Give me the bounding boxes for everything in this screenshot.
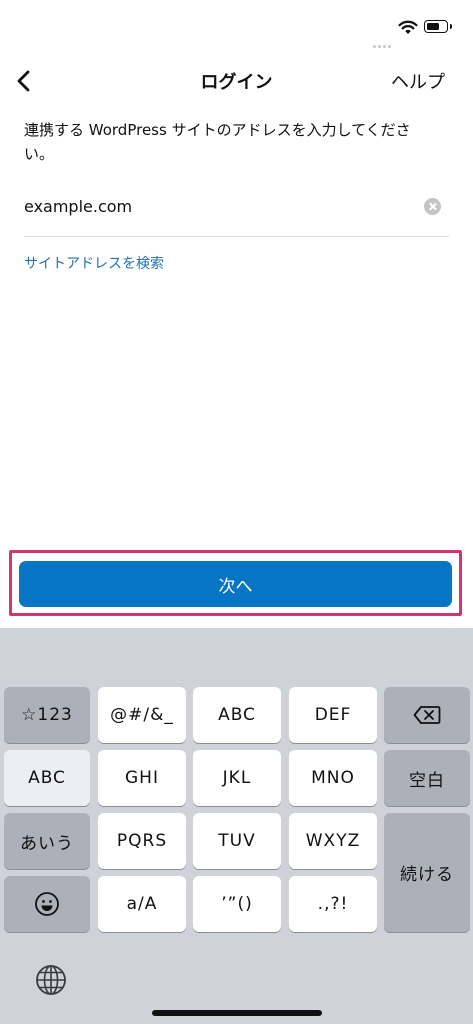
home-indicator xyxy=(152,1010,322,1016)
wifi-icon xyxy=(398,20,418,34)
signal-dots-icon xyxy=(373,33,393,52)
globe-icon[interactable] xyxy=(34,963,68,997)
instructions-text: 連携する WordPress サイトのアドレスを入力してください。 xyxy=(24,121,411,163)
key-quotes[interactable]: ’”() xyxy=(193,876,281,932)
next-button[interactable]: 次へ xyxy=(19,561,452,607)
find-site-address-link[interactable]: サイトアドレスを検索 xyxy=(24,253,164,273)
space-key[interactable]: 空白 xyxy=(384,750,470,806)
key-tuv[interactable]: TUV xyxy=(193,813,281,869)
key-jkl[interactable]: JKL xyxy=(193,750,281,806)
return-key[interactable]: 続ける xyxy=(384,813,470,932)
key-mno[interactable]: MNO xyxy=(289,750,377,806)
battery-icon xyxy=(424,20,452,33)
key-punctuation[interactable]: .,?! xyxy=(289,876,377,932)
clear-text-icon[interactable] xyxy=(424,198,441,215)
emoji-key[interactable] xyxy=(4,876,90,932)
key-ghi[interactable]: GHI xyxy=(98,750,186,806)
site-address-field xyxy=(24,190,449,237)
key-case-toggle[interactable]: a/A xyxy=(98,876,186,932)
key-wxyz[interactable]: WXYZ xyxy=(289,813,377,869)
key-abc[interactable]: ABC xyxy=(193,687,281,743)
status-bar xyxy=(0,0,473,56)
key-kana-mode[interactable]: あいう xyxy=(4,813,90,869)
key-pqrs[interactable]: PQRS xyxy=(98,813,186,869)
backspace-key[interactable] xyxy=(384,687,470,743)
site-address-input[interactable] xyxy=(24,190,414,222)
next-button-highlight: 次へ xyxy=(9,550,462,616)
keyboard: ☆123 @#/&_ ABC DEF ABC GHI JKL MNO 空白 あい… xyxy=(0,628,473,1024)
key-numbers[interactable]: ☆123 xyxy=(4,687,90,743)
backspace-icon xyxy=(413,706,441,724)
key-symbols[interactable]: @#/&_ xyxy=(98,687,186,743)
key-abc-mode[interactable]: ABC xyxy=(4,750,90,806)
emoji-icon xyxy=(35,892,59,916)
nav-bar: ログイン ヘルプ xyxy=(0,56,473,106)
help-button[interactable]: ヘルプ xyxy=(391,68,445,94)
key-def[interactable]: DEF xyxy=(289,687,377,743)
